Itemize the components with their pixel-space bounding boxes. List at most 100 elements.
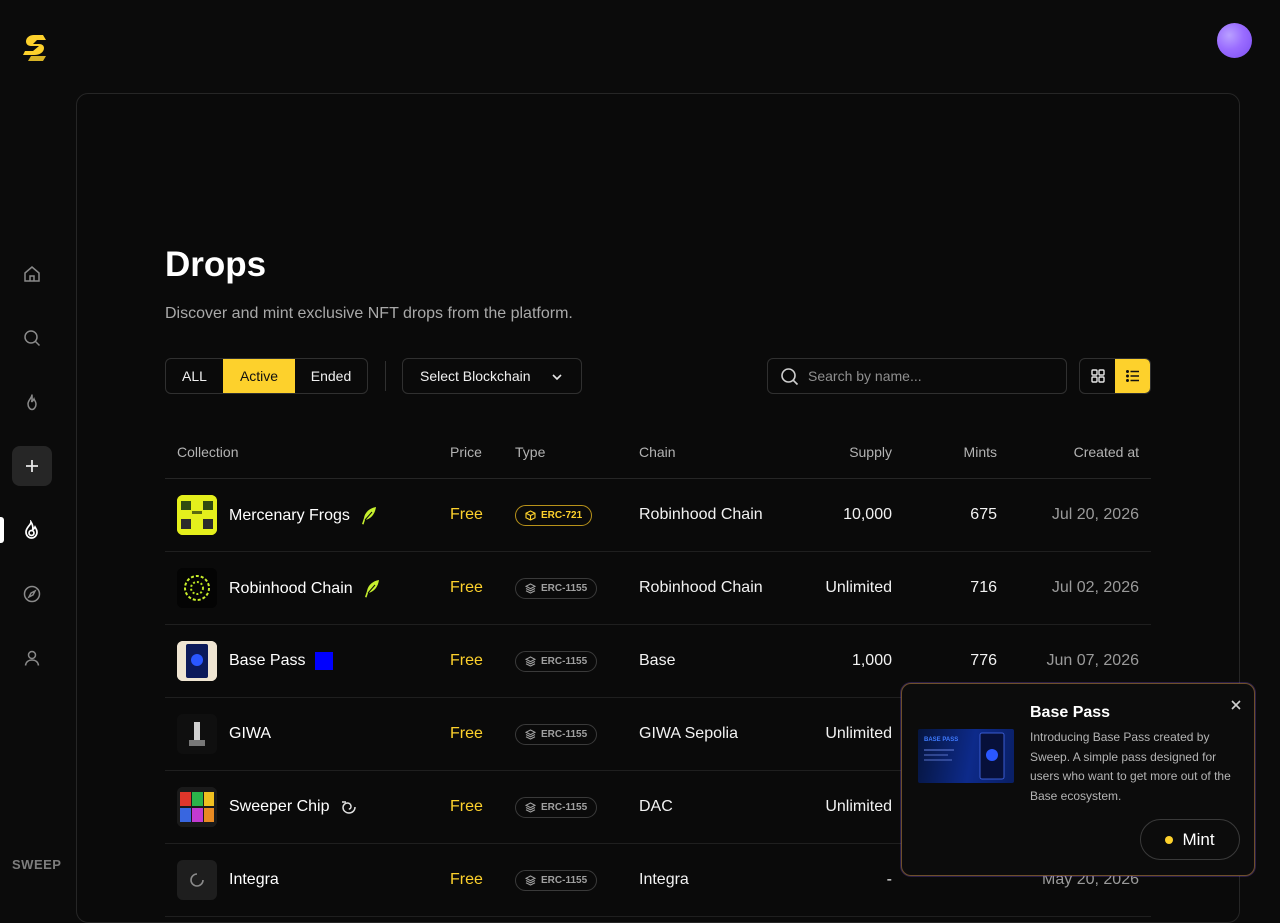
- column-collection[interactable]: Collection: [177, 444, 238, 460]
- avatar[interactable]: [1217, 23, 1252, 58]
- column-price[interactable]: Price: [450, 444, 482, 460]
- tab-all[interactable]: ALL: [166, 359, 223, 393]
- column-type[interactable]: Type: [515, 444, 545, 460]
- table-row[interactable]: Mercenary Frogs Free ERC-721 Robinhood C…: [165, 479, 1151, 552]
- token-type-label: ERC-1155: [541, 875, 588, 886]
- mints: 776: [970, 652, 997, 669]
- collection-name: Mercenary Frogs: [229, 506, 378, 526]
- supply: Unlimited: [825, 725, 892, 742]
- token-type-badge: ERC-1155: [515, 797, 598, 818]
- token-type-badge: ERC-1155: [515, 724, 598, 745]
- collection-thumbnail: [177, 860, 217, 900]
- supply: 10,000: [843, 506, 892, 523]
- collection-thumbnail: [177, 787, 217, 827]
- drops-icon: [25, 520, 38, 539]
- column-created-at[interactable]: Created at: [1074, 444, 1139, 460]
- table-header: Collection Price Type Chain Supply Mints…: [165, 427, 1151, 479]
- collection-name-text: GIWA: [229, 725, 272, 742]
- tab-active[interactable]: Active: [223, 359, 295, 393]
- supply: 1,000: [851, 652, 892, 669]
- supply: Unlimited: [825, 798, 892, 815]
- chain: Robinhood Chain: [639, 506, 763, 523]
- table-row[interactable]: Robinhood Chain Free ERC-1155 Robinhood …: [165, 552, 1151, 625]
- view-toggle: [1079, 358, 1151, 394]
- column-chain[interactable]: Chain: [639, 444, 676, 460]
- column-supply[interactable]: Supply: [849, 444, 892, 460]
- nav-create-button[interactable]: [12, 446, 52, 486]
- column-mints[interactable]: Mints: [964, 444, 997, 460]
- search-box: [767, 358, 1067, 394]
- blockchain-select[interactable]: Select Blockchain: [402, 358, 582, 394]
- layers-icon: [525, 729, 536, 740]
- popup-image: BASE PASS: [918, 729, 1014, 783]
- feather-icon: [361, 507, 376, 525]
- created-at: Jul 02, 2026: [1051, 579, 1139, 596]
- grid-icon: [1090, 369, 1105, 383]
- token-type-label: ERC-1155: [541, 729, 588, 740]
- price: Free: [450, 506, 483, 523]
- status-dot-icon: [1165, 835, 1174, 844]
- chain: Integra: [639, 871, 689, 888]
- layers-icon: [525, 656, 536, 667]
- collection-thumbnail: [177, 568, 217, 608]
- nav-search[interactable]: [12, 318, 52, 358]
- page-title: Drops: [165, 245, 267, 284]
- popup-title: Base Pass: [1030, 704, 1111, 721]
- price: Free: [450, 725, 483, 742]
- swirl-icon: [341, 801, 356, 814]
- mints: 675: [970, 506, 997, 523]
- search-icon: [24, 330, 41, 347]
- price: Free: [450, 579, 483, 596]
- status-tabs: ALL Active Ended: [165, 358, 368, 394]
- page-subtitle: Discover and mint exclusive NFT drops fr…: [165, 305, 573, 322]
- sweep-logo[interactable]: [22, 34, 54, 66]
- nav-home[interactable]: [12, 254, 52, 294]
- token-type-badge: ERC-1155: [515, 870, 598, 891]
- price: Free: [450, 652, 483, 669]
- nav-drops[interactable]: [12, 510, 52, 550]
- collection-name-text: Integra: [229, 871, 279, 888]
- list-view-button[interactable]: [1115, 359, 1150, 393]
- base-square-icon: [315, 652, 334, 670]
- collection-thumbnail: [177, 714, 217, 754]
- search-input[interactable]: [808, 359, 1058, 393]
- plus-icon: [26, 460, 38, 472]
- flame-icon: [27, 394, 37, 411]
- list-icon: [1125, 370, 1139, 382]
- feather-icon: [364, 580, 379, 598]
- popup-image-text: BASE PASS: [924, 737, 959, 743]
- brand-label: SWEEP: [12, 857, 62, 872]
- nav-explore[interactable]: [12, 574, 52, 614]
- mints: 716: [970, 579, 997, 596]
- tab-ended[interactable]: Ended: [295, 359, 367, 393]
- collection-name: Robinhood Chain: [229, 579, 381, 599]
- collection-name-text: Robinhood Chain: [229, 580, 353, 597]
- blockchain-select-label: Select Blockchain: [420, 368, 531, 384]
- supply: -: [886, 871, 892, 888]
- collection-name-text: Sweeper Chip: [229, 798, 330, 815]
- token-type-badge: ERC-721: [515, 505, 593, 526]
- layers-icon: [525, 583, 536, 594]
- grid-view-button[interactable]: [1080, 359, 1115, 393]
- token-type-label: ERC-1155: [541, 656, 588, 667]
- mint-button[interactable]: Mint: [1140, 819, 1240, 860]
- created-at: Jul 20, 2026: [1051, 506, 1139, 523]
- mint-button-label: Mint: [1182, 829, 1215, 849]
- collection-thumbnail: [177, 641, 217, 681]
- drop-promo-popup: BASE PASS Base Pass Introducing Base Pas…: [901, 683, 1255, 876]
- loading-icon: [190, 873, 204, 887]
- collection-name: GIWA: [229, 725, 271, 743]
- nav-profile[interactable]: [12, 638, 52, 678]
- compass-icon: [23, 585, 41, 603]
- token-type-badge: ERC-1155: [515, 651, 598, 672]
- supply: Unlimited: [825, 579, 892, 596]
- close-icon: [1231, 700, 1241, 710]
- filter-divider: [385, 361, 386, 391]
- nav-trending[interactable]: [12, 382, 52, 422]
- token-type-label: ERC-1155: [541, 583, 588, 594]
- search-icon: [781, 368, 799, 386]
- layers-icon: [525, 875, 536, 886]
- popup-description: Introducing Base Pass created by Sweep. …: [1030, 730, 1231, 803]
- close-popup-button[interactable]: [1226, 695, 1246, 715]
- collection-name: Sweeper Chip: [229, 798, 358, 816]
